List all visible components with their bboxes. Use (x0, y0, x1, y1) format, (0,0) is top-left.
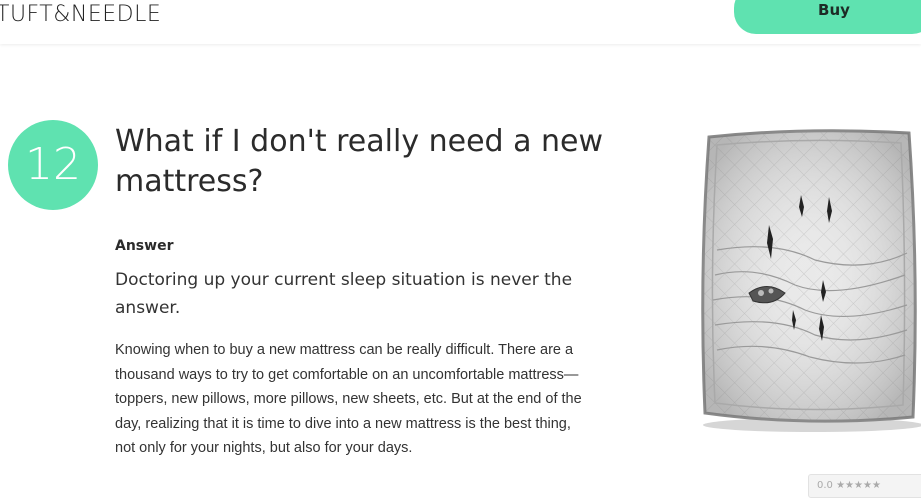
question-number-badge: 12 (8, 120, 98, 210)
question-title: What if I don't really need a new mattre… (115, 124, 604, 199)
answer-body: Knowing when to buy a new mattress can b… (115, 342, 582, 456)
answer-label: Answer (115, 238, 174, 254)
answer-lead: Doctoring up your current sleep situatio… (115, 270, 573, 318)
logo[interactable]: TUFT&NEEDLE (0, 2, 161, 27)
buy-button[interactable]: Buy (734, 0, 921, 34)
worn-mattress-illustration (701, 129, 921, 432)
site-header: TUFT&NEEDLE Buy (0, 0, 921, 44)
rating-widget[interactable]: 0.0 ★★★★★ (808, 474, 921, 498)
